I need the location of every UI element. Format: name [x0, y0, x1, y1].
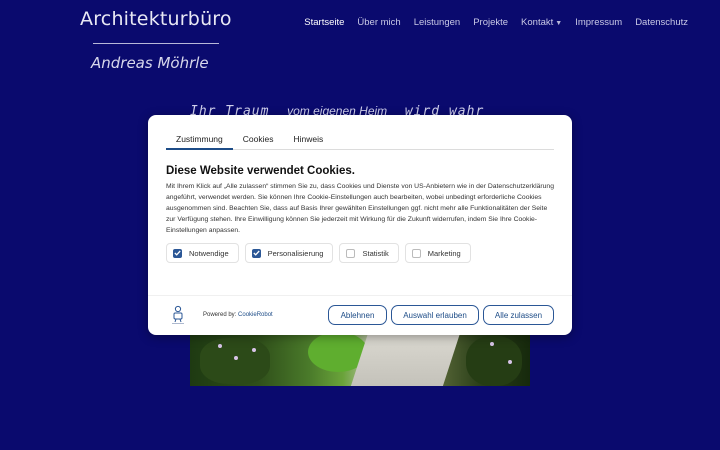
nav-item-kontakt-label: Kontakt	[521, 17, 554, 28]
main-nav: Startseite Über mich Leistungen Projekte…	[304, 17, 688, 28]
cookie-dialog-text: Mit Ihrem Klick auf „Alle zulassen“ stim…	[166, 183, 554, 234]
brand-divider	[93, 43, 219, 44]
nav-item-ueber-mich[interactable]: Über mich	[357, 17, 400, 28]
tab-hinweis[interactable]: Hinweis	[283, 115, 333, 149]
site-title[interactable]: Architekturbüro	[80, 8, 232, 30]
powered-by: Powered by: CookieRobot	[203, 312, 273, 318]
checkbox-label: Personalisierung	[267, 248, 324, 258]
cookie-dialog-tabs: Zustimmung Cookies Hinweis	[166, 115, 554, 150]
brand[interactable]: Architekturbüro Andreas Möhrle	[80, 8, 232, 72]
cookie-dialog-heading: Diese Website verwendet Cookies.	[166, 165, 355, 177]
checkbox-marketing[interactable]: Marketing	[404, 243, 471, 263]
nav-item-projekte[interactable]: Projekte	[473, 17, 508, 28]
nav-item-impressum[interactable]: Impressum	[575, 17, 622, 28]
cookierobot-logo-icon	[170, 305, 186, 325]
hero-garden-photo	[190, 330, 530, 386]
checkbox-unchecked-icon	[346, 248, 356, 258]
nav-item-leistungen[interactable]: Leistungen	[414, 17, 460, 28]
nav-item-startseite[interactable]: Startseite	[304, 17, 344, 28]
cookierobot-link[interactable]: CookieRobot	[238, 312, 273, 318]
dialog-footer-divider	[148, 295, 572, 296]
site-owner-name: Andreas Möhrle	[91, 54, 209, 72]
checkbox-personalisierung[interactable]: Personalisierung	[244, 243, 334, 263]
cookie-consent-dialog: Zustimmung Cookies Hinweis Diese Website…	[148, 115, 572, 335]
cookie-category-checkboxes: Notwendige Personalisierung Statistik Ma…	[166, 243, 471, 263]
tab-zustimmung[interactable]: Zustimmung	[166, 115, 233, 150]
checkbox-notwendige[interactable]: Notwendige	[166, 243, 239, 263]
checkbox-statistik[interactable]: Statistik	[339, 243, 399, 263]
checkbox-checked-icon	[173, 248, 182, 258]
checkbox-label: Notwendige	[189, 248, 229, 258]
allow-selection-button[interactable]: Auswahl erlauben	[391, 305, 479, 325]
caret-down-icon: ▼	[555, 20, 563, 27]
accept-all-button[interactable]: Alle zulassen	[483, 305, 554, 325]
checkbox-label: Marketing	[427, 248, 461, 258]
nav-item-kontakt[interactable]: Kontakt ▼	[521, 17, 562, 28]
checkbox-unchecked-icon	[411, 248, 421, 258]
reject-button[interactable]: Ablehnen	[328, 305, 387, 325]
checkbox-checked-icon	[251, 248, 261, 258]
nav-item-datenschutz[interactable]: Datenschutz	[635, 17, 688, 28]
checkbox-label: Statistik	[362, 248, 389, 258]
tab-cookies[interactable]: Cookies	[233, 115, 284, 149]
powered-by-label: Powered by:	[203, 312, 237, 318]
